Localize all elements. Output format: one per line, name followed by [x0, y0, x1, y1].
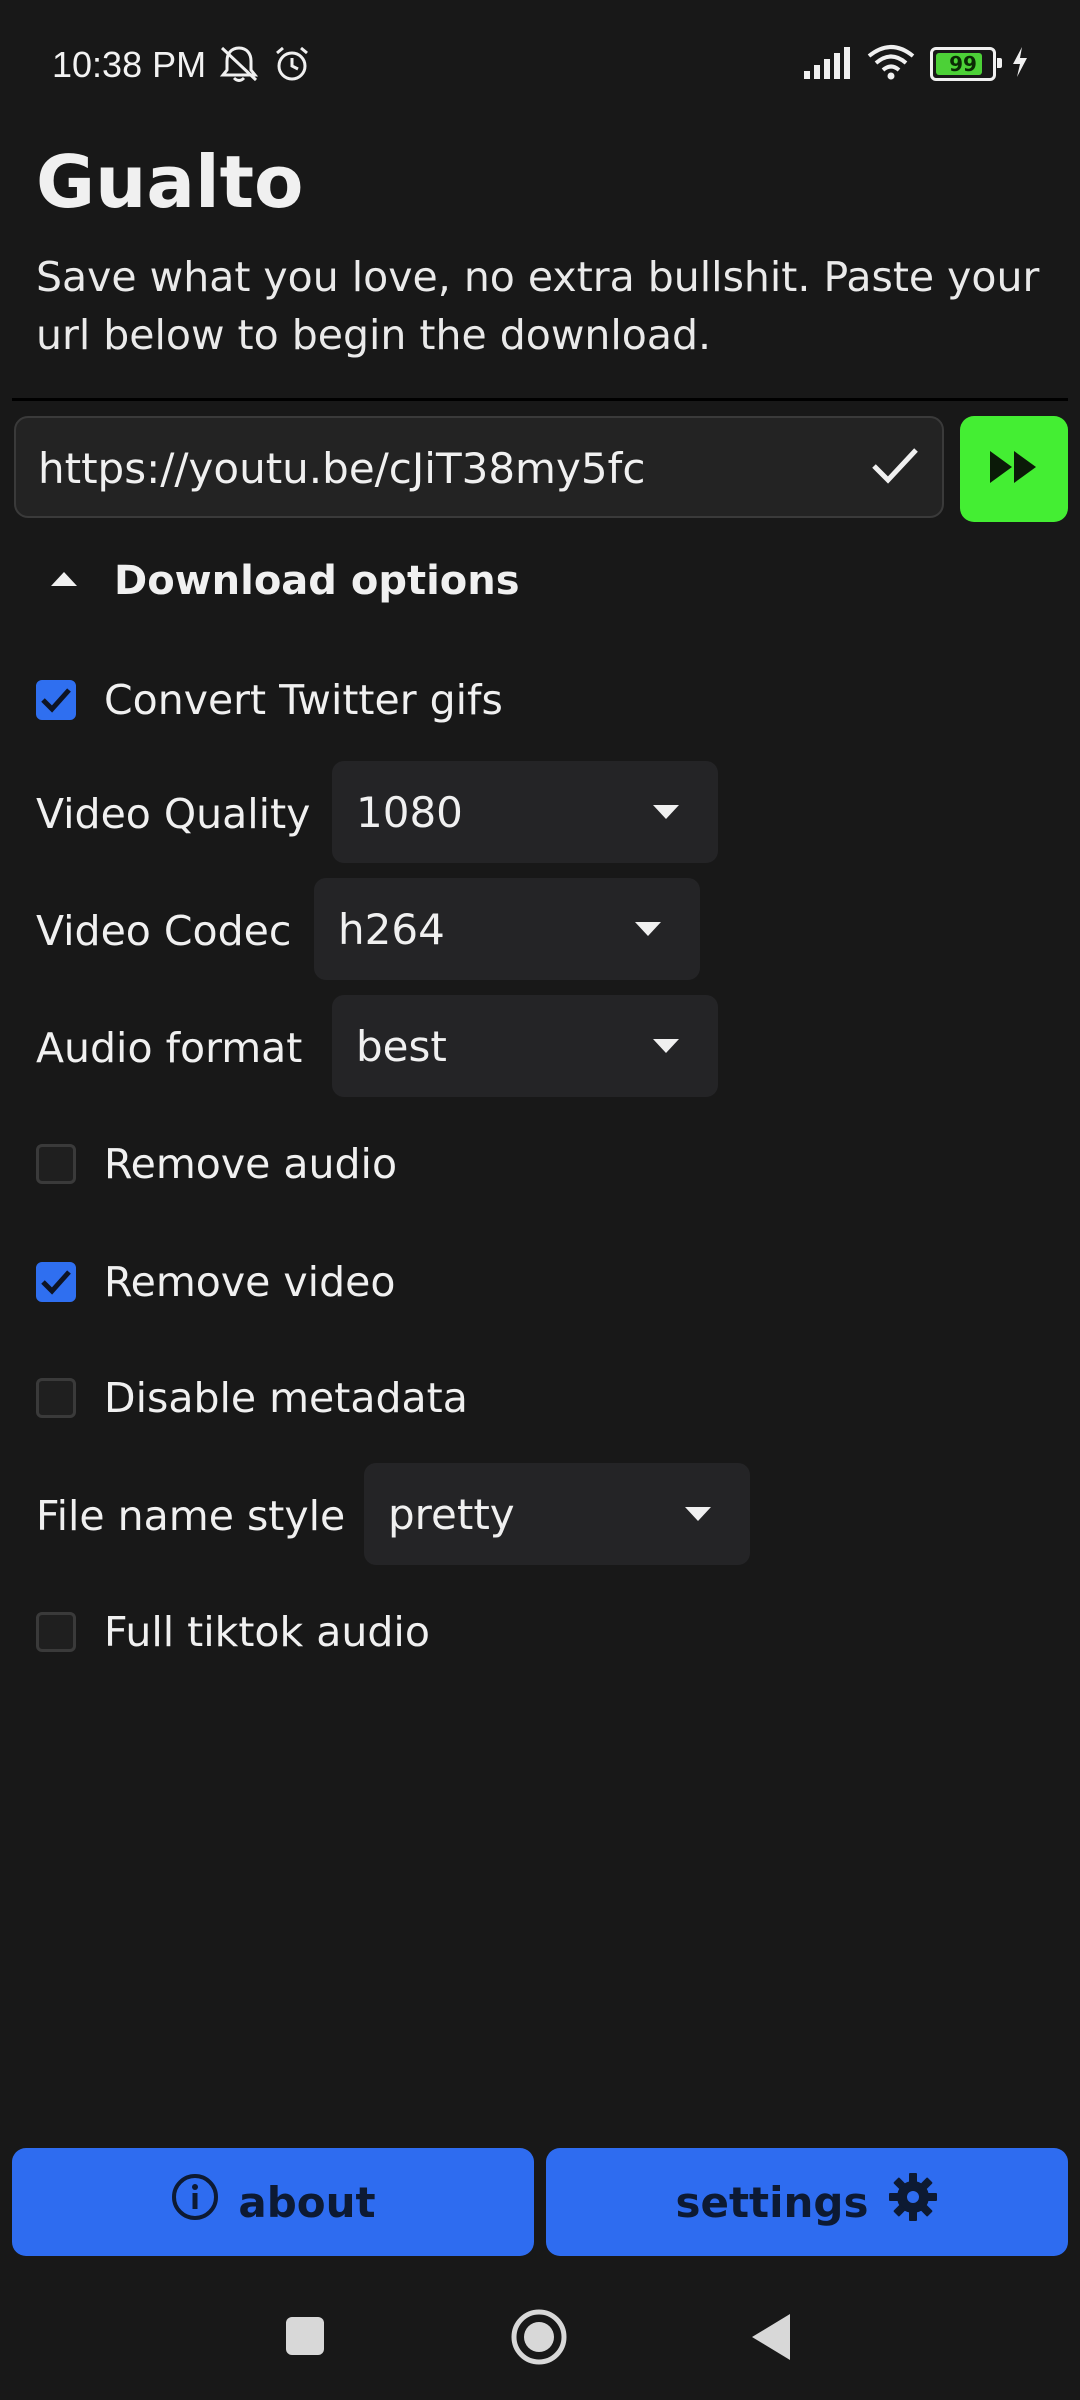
remove-audio-checkbox[interactable]	[36, 1144, 76, 1184]
full-tiktok-audio-option[interactable]: Full tiktok audio	[36, 1608, 430, 1656]
divider	[12, 398, 1068, 401]
alarm-icon	[272, 44, 312, 88]
caret-up-icon	[50, 570, 78, 592]
remove-audio-option[interactable]: Remove audio	[36, 1140, 397, 1188]
file-name-style-value: pretty	[388, 1489, 515, 1539]
download-options-title: Download options	[114, 558, 520, 604]
file-name-style-select[interactable]: pretty	[364, 1463, 750, 1565]
full-tiktok-audio-label: Full tiktok audio	[104, 1608, 430, 1656]
audio-format-row: Audio format	[36, 1024, 302, 1072]
app-title: Gualto	[36, 140, 304, 224]
settings-label: settings	[675, 2177, 869, 2227]
video-codec-value: h264	[338, 904, 445, 954]
disable-metadata-option[interactable]: Disable metadata	[36, 1374, 468, 1422]
about-label: about	[238, 2177, 376, 2227]
audio-format-select[interactable]: best	[332, 995, 718, 1097]
bell-off-icon	[218, 44, 260, 88]
download-options-toggle[interactable]: Download options	[50, 558, 520, 604]
caret-down-icon	[652, 804, 680, 824]
fast-forward-icon	[988, 449, 1040, 489]
video-codec-select[interactable]: h264	[314, 878, 700, 980]
video-codec-label: Video Codec	[36, 907, 292, 955]
signal-icon	[802, 45, 852, 83]
status-icons-left	[218, 44, 312, 88]
audio-format-value: best	[356, 1021, 447, 1071]
video-quality-value: 1080	[356, 787, 463, 837]
remove-video-checkbox[interactable]	[36, 1262, 76, 1302]
disable-metadata-label: Disable metadata	[104, 1374, 468, 1422]
video-codec-row: Video Codec	[36, 907, 291, 955]
video-quality-select[interactable]: 1080	[332, 761, 718, 863]
checkmark-icon	[870, 444, 920, 492]
battery-level: 99	[949, 52, 977, 76]
url-field	[14, 416, 944, 518]
charging-icon	[1010, 46, 1030, 82]
download-button[interactable]	[960, 416, 1068, 522]
convert-twitter-gifs-option[interactable]: Convert Twitter gifs	[36, 676, 503, 724]
video-quality-label: Video Quality	[36, 790, 311, 838]
home-icon[interactable]	[510, 2308, 568, 2370]
disable-metadata-checkbox[interactable]	[36, 1378, 76, 1418]
system-nav-bar	[0, 2280, 1080, 2400]
caret-down-icon	[634, 921, 662, 941]
wifi-icon	[866, 44, 916, 84]
full-tiktok-audio-checkbox[interactable]	[36, 1612, 76, 1652]
status-bar: 10:38 PM 99	[0, 0, 1080, 130]
file-name-style-row: File name style	[36, 1492, 345, 1540]
back-icon[interactable]	[750, 2312, 792, 2366]
convert-twitter-gifs-checkbox[interactable]	[36, 680, 76, 720]
info-icon	[170, 2172, 220, 2232]
gear-icon	[887, 2171, 939, 2233]
convert-twitter-gifs-label: Convert Twitter gifs	[104, 676, 503, 724]
settings-button[interactable]: settings	[546, 2148, 1068, 2256]
remove-video-option[interactable]: Remove video	[36, 1258, 395, 1306]
audio-format-label: Audio format	[36, 1024, 303, 1072]
caret-down-icon	[652, 1038, 680, 1058]
file-name-style-label: File name style	[36, 1492, 346, 1540]
remove-audio-label: Remove audio	[104, 1140, 398, 1188]
status-time: 10:38 PM	[52, 44, 207, 85]
video-quality-row: Video Quality	[36, 790, 310, 838]
status-icons-right: 99	[802, 44, 1030, 84]
remove-video-label: Remove video	[104, 1258, 396, 1306]
about-button[interactable]: about	[12, 2148, 534, 2256]
url-input[interactable]	[36, 418, 860, 518]
battery-icon: 99	[930, 47, 1002, 81]
recents-icon[interactable]	[284, 2315, 326, 2361]
app-subtitle: Save what you love, no extra bullshit. P…	[36, 253, 1040, 359]
caret-down-icon	[684, 1506, 712, 1526]
